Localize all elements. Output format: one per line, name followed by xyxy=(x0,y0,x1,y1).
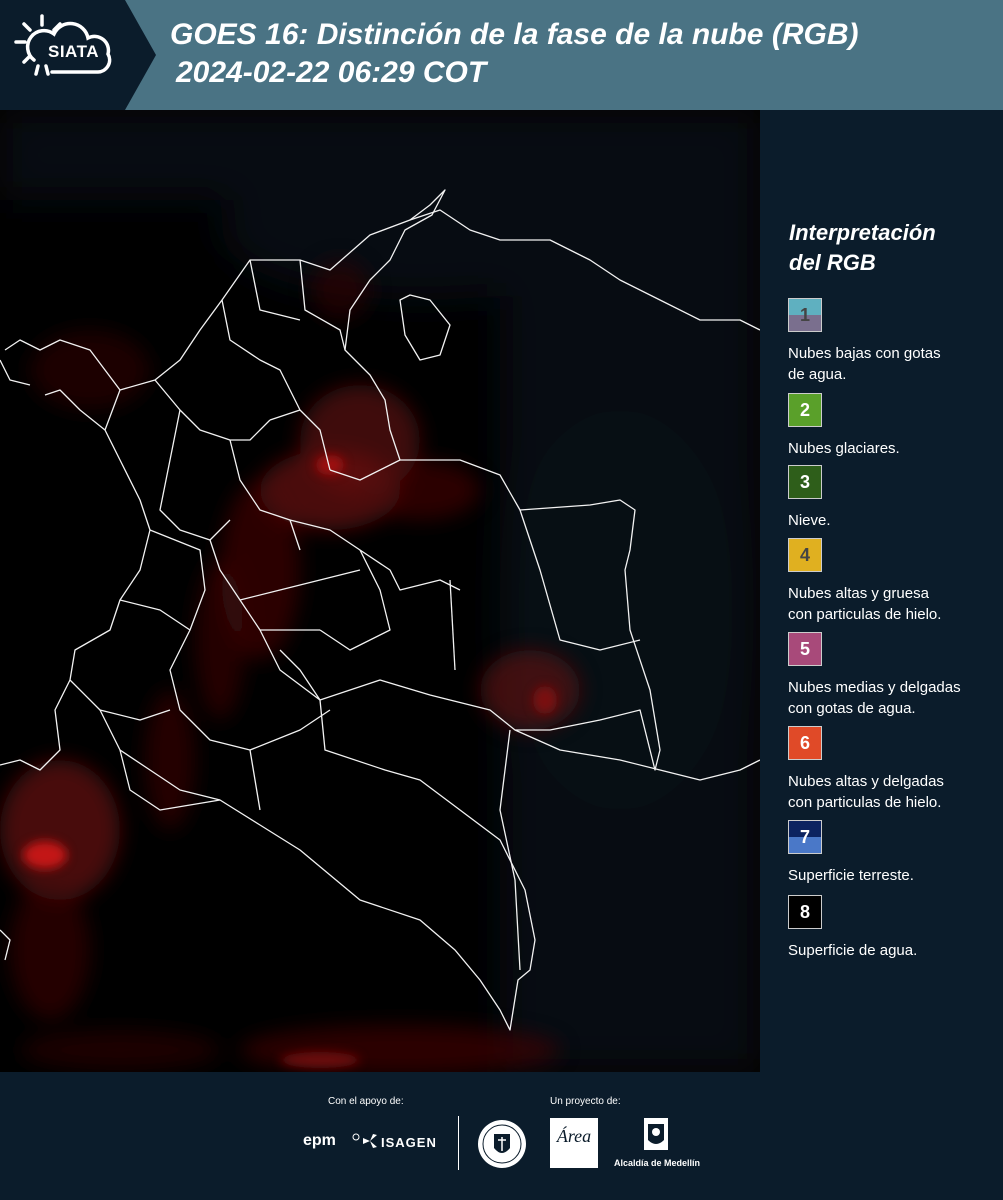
legend-number-5: 5 xyxy=(799,639,810,659)
header-bar: SIATA GOES 16: Distinción de la fase de … xyxy=(0,0,1003,110)
legend-item-8: 8 Superficie de agua. xyxy=(788,895,1003,961)
legend-label-2: Nubes glaciares. xyxy=(788,440,900,457)
page-title: GOES 16: Distinción de la fase de la nub… xyxy=(170,16,858,92)
legend-item-3: 3 Nieve. xyxy=(788,465,1003,531)
legend-swatch-8: 8 xyxy=(788,895,822,929)
legend-title-line-1: Interpretación xyxy=(789,220,936,245)
project-label: Un proyecto de: xyxy=(550,1096,621,1107)
legend-number-7: 7 xyxy=(799,827,810,847)
legend-number-6: 6 xyxy=(799,733,810,753)
metropolitana-text: Área xyxy=(556,1126,592,1146)
legend-item-2: 2 Nubes glaciares. xyxy=(788,393,1003,459)
university-seal-icon xyxy=(476,1118,528,1175)
legend-panel: Interpretación del RGB 1 Nubes bajas con… xyxy=(760,110,1003,1072)
legend-swatch-7: 7 xyxy=(788,820,822,854)
legend-swatch-3: 3 xyxy=(788,465,822,499)
epm-registered-icon xyxy=(352,1128,360,1146)
alcaldia-label: Alcaldía de Medellín xyxy=(614,1158,701,1168)
legend-swatch-5: 5 xyxy=(788,632,822,666)
legend-label-3: Nieve. xyxy=(788,512,831,529)
alcaldia-crest-icon xyxy=(642,1116,670,1159)
legend-number-4: 4 xyxy=(799,545,810,565)
legend-label-6: Nubes altas y delgadas con particulas de… xyxy=(788,773,944,811)
legend-title-line-2: del RGB xyxy=(789,250,876,275)
support-label: Con el apoyo de: xyxy=(328,1096,404,1107)
legend-number-8: 8 xyxy=(799,902,810,922)
legend-swatch-6: 6 xyxy=(788,726,822,760)
legend-item-5: 5 Nubes medias y delgadas con gotas de a… xyxy=(788,632,1003,719)
legend-label-5: Nubes medias y delgadas con gotas de agu… xyxy=(788,679,961,717)
legend-item-7: 7 Superficie terreste. xyxy=(788,820,1003,886)
legend-swatch-4: 4 xyxy=(788,538,822,572)
isagen-icon xyxy=(361,1132,379,1155)
legend-label-8: Superficie de agua. xyxy=(788,942,918,959)
logo-text: SIATA xyxy=(48,42,99,61)
satellite-map xyxy=(0,110,760,1072)
isagen-logo: ISAGEN xyxy=(381,1135,437,1150)
legend-number-3: 3 xyxy=(799,472,810,492)
legend-number-2: 2 xyxy=(799,400,810,420)
legend-item-4: 4 Nubes altas y gruesa con particulas de… xyxy=(788,538,1003,625)
legend-swatch-2: 2 xyxy=(788,393,822,427)
title-line-1: GOES 16: Distinción de la fase de la nub… xyxy=(170,18,859,51)
legend-item-1: 1 Nubes bajas con gotas de agua. xyxy=(788,298,1003,385)
title-line-2: 2024-02-22 06:29 COT xyxy=(176,56,487,89)
legend-label-7: Superficie terreste. xyxy=(788,867,914,884)
map-graphic xyxy=(0,110,760,1072)
legend-swatch-1: 1 xyxy=(788,298,822,332)
legend-item-6: 6 Nubes altas y delgadas con particulas … xyxy=(788,726,1003,813)
legend-label-1: Nubes bajas con gotas de agua. xyxy=(788,345,941,383)
legend-title: Interpretación del RGB xyxy=(789,218,989,278)
footer-divider xyxy=(458,1116,459,1170)
epm-logo: epm xyxy=(303,1132,336,1149)
legend-number-1: 1 xyxy=(799,305,810,325)
siata-logo: SIATA xyxy=(0,0,156,110)
footer: Con el apoyo de: Un proyecto de: epm ISA… xyxy=(0,1072,1003,1200)
metropolitana-logo: Área xyxy=(550,1118,598,1168)
legend-label-4: Nubes altas y gruesa con particulas de h… xyxy=(788,585,942,623)
